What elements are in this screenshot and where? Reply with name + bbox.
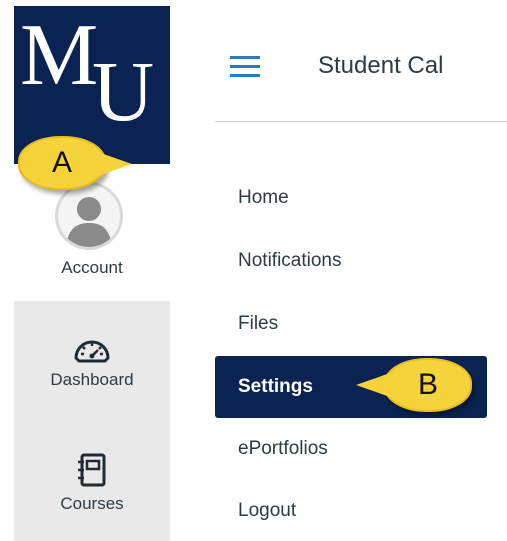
user-avatar-icon	[66, 197, 112, 247]
logo-letter-m: M	[20, 7, 99, 104]
callout-b: B	[356, 358, 472, 412]
course-nav-notifications[interactable]: Notifications	[238, 250, 342, 272]
callout-a: A	[18, 136, 132, 190]
dashboard-label: Dashboard	[50, 370, 134, 389]
course-nav-files[interactable]: Files	[238, 313, 278, 335]
course-title: Student Cal	[318, 52, 444, 79]
global-nav-dashboard[interactable]: Dashboard	[14, 330, 170, 390]
course-nav-logout[interactable]: Logout	[238, 500, 296, 522]
account-avatar-icon[interactable]	[55, 182, 123, 250]
course-nav-settings[interactable]: Settings	[238, 376, 313, 398]
logo-letter-u: U	[92, 43, 155, 139]
courses-label: Courses	[60, 494, 124, 513]
dashboard-gauge-icon	[74, 340, 110, 363]
notebook-icon	[78, 453, 106, 487]
hamburger-icon[interactable]	[230, 56, 260, 78]
global-nav-courses[interactable]: Courses	[14, 452, 170, 514]
canvas-page: M U Account Dashboard Courses A Student …	[0, 0, 507, 541]
course-nav-home[interactable]: Home	[238, 187, 289, 209]
course-nav-eportfolios[interactable]: ePortfolios	[238, 438, 328, 460]
header-divider	[215, 121, 507, 122]
account-label[interactable]: Account	[14, 258, 170, 278]
